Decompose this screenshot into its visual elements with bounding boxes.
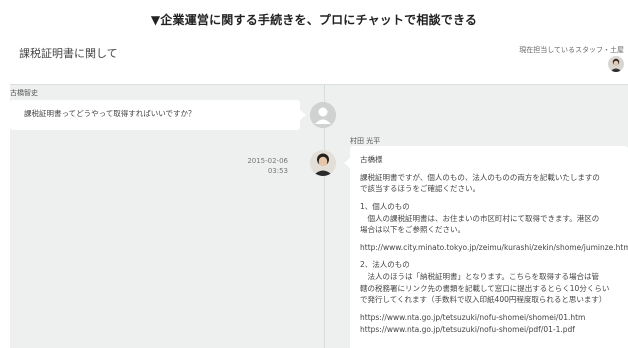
staff-avatar-icon[interactable] [608,56,624,72]
sender-name-staff: 村田 光平 [350,137,381,145]
staff-message-bubble: 古橋様 課税証明書ですが、個人のもの、法人のものの両方を記載いたしますの で該当… [344,146,628,348]
page: ▼企業運営に関する手続きを、プロにチャットで相談できる 課税証明書に関して 現在… [0,0,628,348]
assigned-staff-label: 現在担当しているスタッフ・土屋 [519,46,624,54]
chat-window: 課税証明書に関して 現在担当しているスタッフ・土屋 古橋智史 課税証明書ってどう… [10,36,628,348]
message-line: 場合は以下をご参照ください。 [360,225,465,235]
message-section-corporate: 2、法人のもの 法人のほうは「納税証明書」となります。こちらを取得する場合は管 … [360,259,628,306]
staff-photo-avatar-icon[interactable] [310,150,336,176]
message-time: 03:53 [267,166,288,175]
corporate-link[interactable]: https://www.nta.go.jp/tetsuzuki/nofu-sho… [360,312,628,324]
message-intro: 課税証明書ですが、個人のもの、法人のものの両方を記載いたしますの で該当するほう… [360,172,628,195]
message-heading: 1、個人のもの [360,201,410,211]
message-line: 轄の税務署にリンク先の書類を記載して窓口に提出するとらく10分くらい [360,283,610,293]
message-line: 古橋様 [360,155,383,164]
message-section-personal: 1、個人のもの 個人の課税証明書は、お住まいの市区町村にて取得できます。港区の … [360,201,628,236]
user-message-bubble: 課税証明書ってどうやって取得すればいいですか？ [10,100,306,130]
user-message-text: 課税証明書ってどうやって取得すればいいですか？ [24,109,196,118]
user-placeholder-icon[interactable] [310,102,336,128]
message-line: 法人のほうは「納税証明書」となります。こちらを取得する場合は管 [360,272,600,281]
message-date: 2015-02-06 [247,157,288,165]
message-link-paragraph: http://www.city.minato.tokyo.jp/zeimu/ku… [360,242,628,254]
corporate-pdf-link[interactable]: https://www.nta.go.jp/tetsuzuki/nofu-sho… [360,324,628,336]
message-timestamp: 2015-02-06 03:53 [247,157,288,177]
message-links-corporate: https://www.nta.go.jp/tetsuzuki/nofu-sho… [360,312,628,335]
page-caption: ▼企業運営に関する手続きを、プロにチャットで相談できる [150,13,478,27]
message-line: で発行してくれます（手数料で収入印紙400円程度取られると思います） [360,295,607,305]
sender-name-user: 古橋智史 [10,89,38,97]
message-line: 個人の課税証明書は、お住まいの市区町村にて取得できます。港区の [360,213,600,223]
chat-header: 課税証明書に関して 現在担当しているスタッフ・土屋 [10,36,628,85]
message-heading: 2、法人のもの [360,260,410,270]
message-line: で該当するほうをご確認ください。 [360,184,480,194]
message-line: 課税証明書ですが、個人のもの、法人のものの両方を記載いたしますの [360,172,600,182]
message-greeting: 古橋様 [360,154,628,166]
personal-link[interactable]: http://www.city.minato.tokyo.jp/zeimu/ku… [360,242,628,254]
chat-title: 課税証明書に関して [19,47,118,60]
